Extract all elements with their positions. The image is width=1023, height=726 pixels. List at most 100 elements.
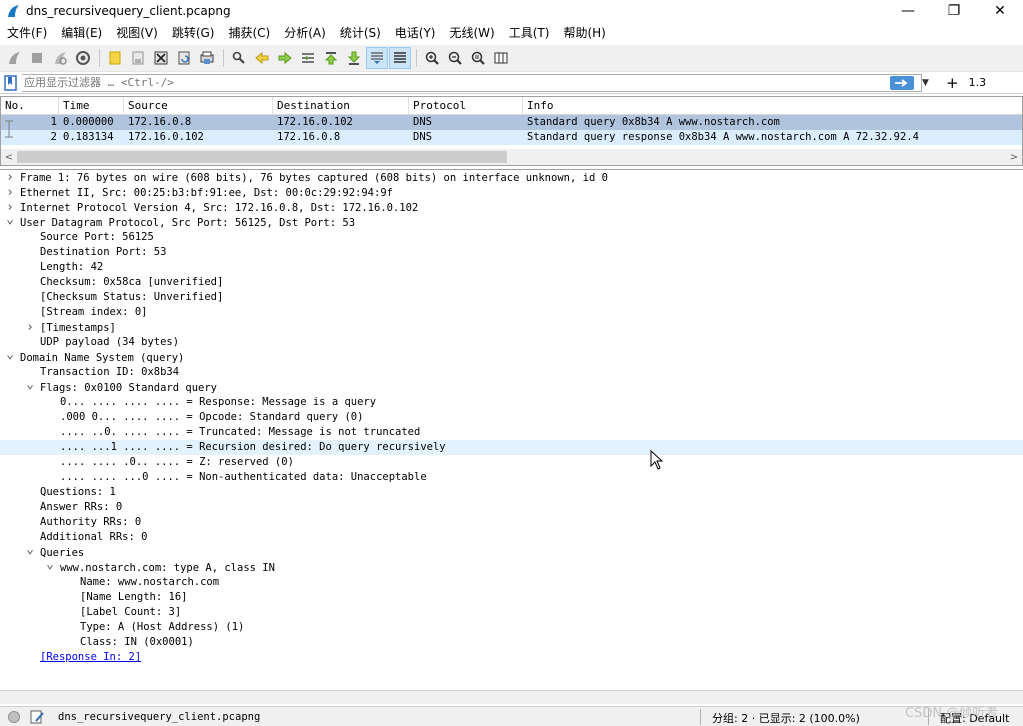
close-file-icon[interactable] xyxy=(150,47,172,69)
stop-capture-icon[interactable] xyxy=(26,47,48,69)
chevron-right-icon[interactable]: › xyxy=(24,320,36,335)
chevron-down-icon[interactable]: ⌄ xyxy=(24,542,36,557)
auto-scroll-icon[interactable] xyxy=(366,47,388,69)
detail-row[interactable]: Type: A (Host Address) (1) xyxy=(0,620,1023,635)
detail-row[interactable]: UDP payload (34 bytes) xyxy=(0,335,1023,350)
detail-row[interactable]: Destination Port: 53 xyxy=(0,245,1023,260)
col-header-no[interactable]: No. xyxy=(1,97,59,114)
filter-expression-label[interactable]: 1.3 xyxy=(969,76,987,89)
detail-row[interactable]: ⌄ Domain Name System (query) xyxy=(0,347,1023,365)
response-in-link[interactable]: [Response In: 2] xyxy=(40,651,141,663)
chevron-down-icon[interactable]: ⌄ xyxy=(24,377,36,392)
close-button[interactable]: ✕ xyxy=(977,0,1023,22)
detail-row[interactable]: 0... .... .... .... = Response: Message … xyxy=(0,395,1023,410)
packet-row[interactable]: 1 0.000000 172.16.0.8 172.16.0.102 DNS S… xyxy=(1,115,1022,130)
detail-row[interactable]: Questions: 1 xyxy=(0,485,1023,500)
detail-row[interactable]: ⌄ Queries xyxy=(0,542,1023,560)
detail-row[interactable]: .... .... ...0 .... = Non-authenticated … xyxy=(0,470,1023,485)
detail-row[interactable]: Source Port: 56125 xyxy=(0,230,1023,245)
detail-row[interactable]: .... .... .0.. .... = Z: reserved (0) xyxy=(0,455,1023,470)
chevron-down-icon[interactable]: ⌄ xyxy=(4,347,16,362)
restart-capture-icon[interactable] xyxy=(49,47,71,69)
chevron-right-icon[interactable]: › xyxy=(4,185,16,200)
menu-wireless[interactable]: 无线(W) xyxy=(445,22,500,44)
menu-view[interactable]: 视图(V) xyxy=(111,22,163,44)
detail-row[interactable]: Authority RRs: 0 xyxy=(0,515,1023,530)
detail-row[interactable]: ⌄ Flags: 0x0100 Standard query xyxy=(0,377,1023,395)
capture-options-icon[interactable] xyxy=(72,47,94,69)
colorize-icon[interactable] xyxy=(389,47,411,69)
open-file-icon[interactable] xyxy=(104,47,126,69)
detail-row[interactable]: [Stream index: 0] xyxy=(0,305,1023,320)
menu-capture[interactable]: 捕获(C) xyxy=(223,22,275,44)
scroll-right-icon[interactable]: > xyxy=(1006,149,1022,165)
go-first-packet-icon[interactable] xyxy=(320,47,342,69)
menu-analyze[interactable]: 分析(A) xyxy=(279,22,331,44)
menu-tools[interactable]: 工具(T) xyxy=(504,22,555,44)
detail-row[interactable]: › Frame 1: 76 bytes on wire (608 bits), 7… xyxy=(0,170,1023,185)
col-header-time[interactable]: Time xyxy=(59,97,124,114)
go-forward-icon[interactable] xyxy=(274,47,296,69)
start-capture-icon[interactable] xyxy=(3,47,25,69)
detail-row[interactable]: [Label Count: 3] xyxy=(0,605,1023,620)
chevron-right-icon[interactable]: › xyxy=(4,170,16,185)
scroll-left-icon[interactable]: < xyxy=(1,149,17,165)
col-header-info[interactable]: Info xyxy=(523,97,1019,114)
save-file-icon[interactable] xyxy=(127,47,149,69)
menu-telephony[interactable]: 电话(Y) xyxy=(390,22,441,44)
packet-list-scrollbar[interactable]: < > xyxy=(1,149,1022,165)
scrollbar-thumb[interactable] xyxy=(17,151,507,163)
col-header-protocol[interactable]: Protocol xyxy=(409,97,523,114)
detail-row[interactable]: ⌄ www.nostarch.com: type A, class IN xyxy=(0,557,1023,575)
detail-row[interactable]: Checksum: 0x58ca [unverified] xyxy=(0,275,1023,290)
filter-history-dropdown[interactable]: ▼ xyxy=(922,78,936,88)
detail-row[interactable]: Additional RRs: 0 xyxy=(0,530,1023,545)
detail-row[interactable]: Answer RRs: 0 xyxy=(0,500,1023,515)
print-icon[interactable] xyxy=(196,47,218,69)
packet-time: 0.183134 xyxy=(63,131,114,143)
packet-row[interactable]: 2 0.183134 172.16.0.102 172.16.0.8 DNS S… xyxy=(1,130,1022,145)
menu-file[interactable]: 文件(F) xyxy=(2,22,52,44)
detail-row[interactable]: .... ..0. .... .... = Truncated: Message… xyxy=(0,425,1023,440)
detail-row[interactable]: [Name Length: 16] xyxy=(0,590,1023,605)
chevron-down-icon[interactable]: ⌄ xyxy=(44,557,56,572)
detail-row[interactable]: Name: www.nostarch.com xyxy=(0,575,1023,590)
detail-row[interactable]: .000 0... .... .... = Opcode: Standard q… xyxy=(0,410,1023,425)
detail-row[interactable]: [Checksum Status: Unverified] xyxy=(0,290,1023,305)
maximize-button[interactable]: ❐ xyxy=(931,0,977,22)
menu-go[interactable]: 跳转(G) xyxy=(167,22,220,44)
expert-info-icon[interactable] xyxy=(8,710,20,723)
details-scrollbar[interactable] xyxy=(0,690,1023,704)
minimize-button[interactable]: — xyxy=(885,0,931,22)
go-last-packet-icon[interactable] xyxy=(343,47,365,69)
go-to-packet-icon[interactable] xyxy=(297,47,319,69)
col-header-destination[interactable]: Destination xyxy=(273,97,409,114)
menu-edit[interactable]: 编辑(E) xyxy=(56,22,107,44)
detail-text: Ethernet II, Src: 00:25:b3:bf:91:ee, Dst… xyxy=(20,187,393,199)
detail-row[interactable]: › Internet Protocol Version 4, Src: 172.1… xyxy=(0,200,1023,215)
reload-file-icon[interactable] xyxy=(173,47,195,69)
add-filter-button[interactable]: + xyxy=(946,74,959,92)
capture-comment-icon[interactable] xyxy=(30,710,44,724)
go-back-icon[interactable] xyxy=(251,47,273,69)
col-header-source[interactable]: Source xyxy=(124,97,273,114)
zoom-in-icon[interactable] xyxy=(421,47,443,69)
find-packet-icon[interactable] xyxy=(228,47,250,69)
detail-row[interactable]: .... ...1 .... .... = Recursion desired:… xyxy=(0,440,1023,455)
detail-row[interactable]: [Response In: 2] xyxy=(0,650,1023,665)
detail-row[interactable]: › [Timestamps] xyxy=(0,320,1023,335)
zoom-normal-icon[interactable] xyxy=(467,47,489,69)
detail-row[interactable]: Class: IN (0x0001) xyxy=(0,635,1023,650)
menu-help[interactable]: 帮助(H) xyxy=(558,22,610,44)
apply-filter-button[interactable] xyxy=(890,75,914,90)
resize-columns-icon[interactable] xyxy=(490,47,512,69)
detail-row[interactable]: › Ethernet II, Src: 00:25:b3:bf:91:ee, Ds… xyxy=(0,185,1023,200)
bookmark-icon[interactable] xyxy=(4,74,18,91)
zoom-out-icon[interactable] xyxy=(444,47,466,69)
display-filter-input[interactable] xyxy=(22,73,922,92)
detail-row[interactable]: Length: 42 xyxy=(0,260,1023,275)
detail-row[interactable]: ⌄ User Datagram Protocol, Src Port: 56125… xyxy=(0,212,1023,230)
chevron-down-icon[interactable]: ⌄ xyxy=(4,212,16,227)
menu-statistics[interactable]: 统计(S) xyxy=(335,22,386,44)
detail-row[interactable]: Transaction ID: 0x8b34 xyxy=(0,365,1023,380)
